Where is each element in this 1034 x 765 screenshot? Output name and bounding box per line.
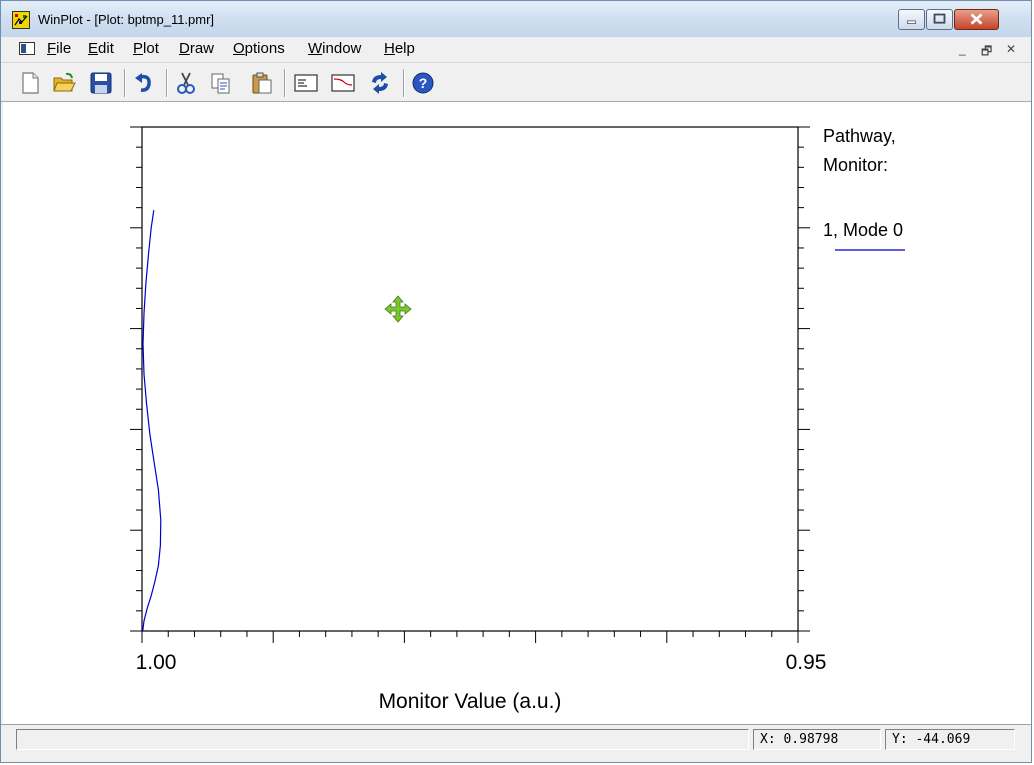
mdi-restore-button[interactable]: 🗗 — [981, 42, 992, 63]
window-title: WinPlot - [Plot: bptmp_11.pmr] — [38, 12, 215, 27]
winplot-app-icon[interactable] — [12, 11, 30, 29]
legend-entry-label: 1, Mode 0 — [823, 220, 903, 240]
plot-window-icon — [331, 74, 355, 92]
x-axis-ticks — [141, 631, 799, 643]
menu-bar: File Edit Plot Draw Options Window Help _ 🗗 ✕ — [1, 37, 1031, 61]
menu-plot[interactable]: Plot — [133, 40, 159, 57]
mdi-close-button[interactable]: ✕ — [1006, 42, 1016, 56]
menu-draw[interactable]: Draw — [179, 40, 214, 57]
scissors-icon — [177, 72, 195, 94]
legend-title-line2: Monitor: — [823, 155, 888, 175]
open-folder-icon — [53, 72, 76, 92]
new-file-button[interactable] — [18, 71, 42, 95]
status-bar: X: 0.98798 Y: -44.069 — [1, 724, 1031, 754]
menu-help[interactable]: Help — [384, 40, 415, 57]
help-icon: ? — [412, 72, 434, 94]
menu-edit[interactable]: Edit — [88, 40, 114, 57]
svg-text:?: ? — [419, 75, 428, 91]
x-coordinate-readout: X: 0.98798 — [753, 729, 881, 750]
copy-button[interactable] — [209, 71, 233, 95]
maximize-button[interactable] — [926, 9, 953, 30]
right-y-axis-ticks — [798, 126, 810, 632]
minimize-icon — [907, 20, 916, 24]
paste-icon — [252, 72, 272, 94]
status-message-panel — [16, 729, 749, 750]
copy-icon — [211, 73, 230, 94]
toolbar: ? — [1, 62, 1031, 102]
undo-button[interactable] — [132, 71, 156, 95]
title-bar[interactable]: WinPlot - [Plot: bptmp_11.pmr] — [1, 1, 1031, 37]
document-menu-icon[interactable] — [19, 42, 35, 55]
save-button[interactable] — [89, 71, 113, 95]
winplot-window: WinPlot - [Plot: bptmp_11.pmr] File Edit P… — [0, 0, 1032, 763]
x-tick-label-right: 0.95 — [786, 651, 827, 674]
menu-file[interactable]: File — [47, 40, 71, 57]
properties-button[interactable] — [294, 71, 318, 95]
help-button[interactable]: ? — [411, 71, 435, 95]
plot-canvas[interactable]: 1.00 0.95 Monitor Value (a.u.) Pathway, … — [3, 102, 1031, 724]
mdi-minimize-button[interactable]: _ — [959, 42, 966, 56]
minimize-button[interactable] — [898, 9, 925, 30]
paste-button[interactable] — [250, 71, 274, 95]
legend-title-line1: Pathway, — [823, 126, 896, 146]
close-icon — [970, 13, 983, 25]
maximize-icon — [933, 13, 946, 24]
series-line-1-mode-0 — [142, 210, 162, 632]
close-button[interactable] — [954, 9, 999, 30]
save-icon — [90, 72, 112, 94]
refresh-button[interactable] — [368, 71, 392, 95]
open-folder-button[interactable] — [52, 71, 76, 95]
plot-frame — [141, 126, 799, 632]
plot-window-button[interactable] — [331, 71, 355, 95]
move-cursor-icon — [384, 295, 412, 323]
new-file-icon — [22, 72, 39, 94]
left-y-axis-ticks — [130, 126, 142, 632]
x-tick-label-left: 1.00 — [136, 651, 177, 674]
line-chart[interactable]: 1.00 0.95 Monitor Value (a.u.) Pathway, … — [3, 102, 1031, 724]
properties-icon — [294, 74, 318, 92]
x-axis-label: Monitor Value (a.u.) — [379, 690, 562, 713]
cut-button[interactable] — [174, 71, 198, 95]
refresh-icon — [372, 72, 388, 94]
undo-icon — [135, 73, 151, 92]
menu-window[interactable]: Window — [308, 40, 361, 57]
menu-options[interactable]: Options — [233, 40, 285, 57]
y-coordinate-readout: Y: -44.069 — [885, 729, 1015, 750]
